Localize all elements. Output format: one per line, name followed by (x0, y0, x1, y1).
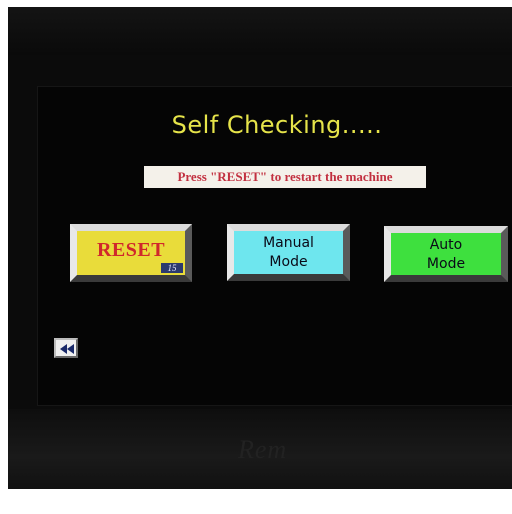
auto-mode-button[interactable]: Auto Mode (384, 226, 508, 282)
auto-mode-label-line2: Mode (426, 256, 466, 272)
reset-button[interactable]: RESET 15 (70, 224, 192, 282)
manual-mode-button[interactable]: Manual Mode (227, 224, 350, 281)
device-bezel: Self Checking..... Press "RESET" to rest… (8, 7, 512, 489)
bezel-top (8, 7, 512, 55)
rewind-icon (60, 344, 74, 354)
auto-mode-label-line1: Auto (429, 237, 463, 253)
page-title: Self Checking..... (171, 111, 383, 139)
back-button[interactable] (54, 338, 78, 358)
reset-button-label: RESET (96, 239, 166, 261)
brand-logo: Rem (238, 435, 288, 464)
status-message: Press "RESET" to restart the machine (144, 166, 426, 188)
hmi-screen: Self Checking..... Press "RESET" to rest… (38, 87, 512, 405)
manual-mode-label-line1: Manual (263, 235, 314, 251)
manual-mode-label-line2: Mode (269, 254, 308, 270)
auto-mode-label: Auto Mode (391, 236, 501, 274)
manual-mode-label: Manual Mode (234, 234, 343, 272)
reset-counter-badge: 15 (161, 263, 183, 273)
